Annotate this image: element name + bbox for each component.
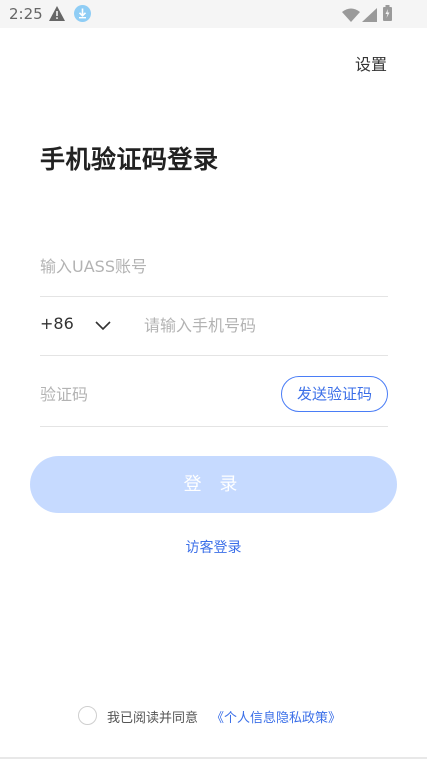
page-title: 手机验证码登录 xyxy=(40,145,219,174)
phone-input[interactable] xyxy=(144,312,374,338)
status-bar: 2:25 xyxy=(0,0,427,28)
country-code-selector[interactable]: +86 xyxy=(40,314,74,333)
verification-code-input[interactable] xyxy=(40,381,260,407)
agreement-text: 我已阅读并同意 xyxy=(107,711,199,726)
account-field-row xyxy=(40,238,388,297)
warning-icon xyxy=(49,6,65,25)
send-code-button[interactable]: 发送验证码 xyxy=(281,376,388,412)
settings-button[interactable]: 设置 xyxy=(355,51,387,75)
status-time: 2:25 xyxy=(9,5,43,23)
guest-login-link[interactable]: 访客登录 xyxy=(0,537,427,557)
battery-icon xyxy=(383,5,392,25)
code-field-row: 发送验证码 xyxy=(40,356,388,427)
download-icon xyxy=(74,5,91,22)
login-screen: 2:25 设置 手机验证码登录 输入UASS账号 +86 请输入手机号码 验证码… xyxy=(0,0,427,759)
chevron-down-icon[interactable] xyxy=(95,316,111,335)
privacy-policy-link[interactable]: 《个人信息隐私政策》 xyxy=(211,707,341,726)
wifi-icon xyxy=(342,7,360,26)
phone-field-row: +86 xyxy=(40,297,388,356)
agree-checkbox[interactable] xyxy=(78,706,97,725)
account-input[interactable] xyxy=(40,254,380,278)
signal-icon xyxy=(362,7,377,26)
login-button[interactable]: 登 录 xyxy=(30,456,397,513)
